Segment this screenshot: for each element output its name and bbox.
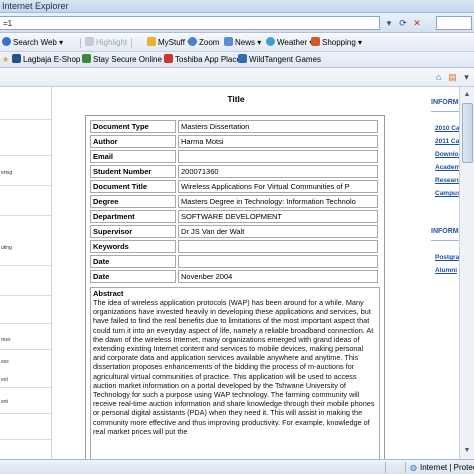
home-icon[interactable]: ⌂ (432, 71, 445, 84)
metadata-row: Date (90, 255, 378, 268)
search-box[interactable] (436, 16, 472, 30)
scroll-down-arrow-icon[interactable]: ▼ (460, 444, 474, 457)
field-value: Dr JS Van der Walt (178, 225, 378, 238)
fav-lagbaja-eshop[interactable]: Lagbaja E-Shop (12, 54, 80, 66)
metadata-row: Degree Masters Degree in Technology: Info… (90, 195, 378, 208)
window-title: Internet Explorer (2, 1, 69, 11)
fav-stay-secure-online[interactable]: Stay Secure Online ▾ (82, 54, 168, 66)
field-key: Document Title (90, 180, 176, 193)
nav-item-ent-1[interactable]: ent (1, 377, 8, 383)
highlight-icon (85, 37, 94, 46)
games-icon (238, 54, 247, 63)
metadata-row: Document Title Wireless Applications For … (90, 180, 378, 193)
favorites-star-icon[interactable]: ★ (2, 54, 9, 66)
fav-toshiba-app-place[interactable]: Toshiba App Place ▾ (164, 54, 247, 66)
metadata-row: Department SOFTWARE DEVELOPMENT (90, 210, 378, 223)
shop-icon (12, 54, 21, 63)
address-input[interactable] (0, 16, 380, 30)
scroll-up-arrow-icon[interactable]: ▲ (460, 88, 474, 101)
command-bar: ⌂ ▤ ▾ (0, 68, 474, 87)
toolbar-zoom[interactable]: Zoom (188, 37, 219, 49)
refresh-icon[interactable]: ⟳ (396, 16, 410, 30)
abstract-heading: Abstract (93, 289, 124, 298)
shield-icon (82, 54, 91, 63)
field-key: Date (90, 270, 176, 283)
document-record: Document Type Masters Dissertation Author H… (85, 115, 385, 474)
metadata-row: Student Number 200071360 (90, 165, 378, 178)
metadata-row: Email (90, 150, 378, 163)
field-value (178, 150, 378, 163)
field-value: Wireless Applications For Virtual Commun… (178, 180, 378, 193)
news-icon (224, 37, 233, 46)
toolbar-shopping[interactable]: Shopping ▾ (311, 37, 362, 49)
toolbar-search-web[interactable]: Search Web ▾ (2, 37, 63, 49)
toolbar-news[interactable]: News ▾ (224, 37, 261, 49)
main-content: Title Document Type Masters Dissertation A… (62, 87, 410, 474)
field-key: Author (90, 135, 176, 148)
page-title: Title (227, 94, 245, 104)
toolbar-mystuff[interactable]: MyStuff ▾ (147, 37, 191, 49)
field-value: Novenber 2004 (178, 270, 378, 283)
field-value: Masters Degree in Technology: Informatio… (178, 195, 378, 208)
field-key: Document Type (90, 120, 176, 133)
link-alumni[interactable]: Alumni (435, 267, 457, 274)
zone-status: Internet | Protecte (420, 463, 474, 472)
mystuff-icon (147, 37, 156, 46)
abstract-text: The idea of wireless application protoco… (93, 298, 375, 436)
field-key: Email (90, 150, 176, 163)
field-value: Harma Motsi (178, 135, 378, 148)
left-navigation: ering uting ress ess ent ent (0, 87, 52, 459)
favorites-bar: ★ Lagbaja E-Shop Stay Secure Online ▾ To… (0, 52, 474, 68)
fav-wildtangent-games[interactable]: WildTangent Games (238, 54, 321, 66)
field-value: SOFTWARE DEVELOPMENT (178, 210, 378, 223)
field-value (178, 240, 378, 253)
nav-item-engineering[interactable]: ering (1, 170, 12, 176)
metadata-row: Author Harma Motsi (90, 135, 378, 148)
window-titlebar: Internet Explorer (0, 0, 474, 13)
toolbar-highlight[interactable]: Highlight (85, 37, 127, 49)
scrollbar-thumb[interactable] (462, 103, 473, 163)
search-icon (2, 37, 11, 46)
print-icon[interactable]: ▾ (460, 71, 473, 84)
metadata-row: Keywords (90, 240, 378, 253)
metadata-row: Date Novenber 2004 (90, 270, 378, 283)
search-toolbar: Search Web ▾ Highlight MyStuff ▾ Zoom Ne… (0, 34, 474, 52)
toolbar-weather[interactable]: Weather ▾ (266, 37, 313, 49)
status-bar: ◍ Internet | Protecte (0, 459, 474, 474)
field-value: Masters Dissertation (178, 120, 378, 133)
metadata-row: Supervisor Dr JS Van der Walt (90, 225, 378, 238)
vertical-scrollbar[interactable]: ▲ ▼ (459, 87, 474, 459)
field-key: Date (90, 255, 176, 268)
nav-item-ess[interactable]: ess (1, 359, 9, 365)
metadata-table: Document Type Masters Dissertation Author H… (88, 118, 380, 285)
field-key: Department (90, 210, 176, 223)
zoom-icon (188, 37, 197, 46)
nav-item-computing[interactable]: uting (1, 245, 12, 251)
address-bar: ▾ ⟳ ✕ (0, 13, 474, 33)
field-key: Keywords (90, 240, 176, 253)
stop-icon[interactable]: ✕ (410, 16, 424, 30)
globe-icon: ◍ (410, 463, 417, 472)
field-key: Degree (90, 195, 176, 208)
weather-icon (266, 37, 275, 46)
dropdown-arrow-icon[interactable]: ▾ (382, 16, 396, 30)
shopping-icon (311, 37, 320, 46)
feeds-icon[interactable]: ▤ (446, 71, 459, 84)
nav-item-ent-2[interactable]: ent (1, 399, 8, 405)
abstract-section: Abstract The idea of wireless applicatio… (90, 287, 380, 467)
field-value: 200071360 (178, 165, 378, 178)
field-value (178, 255, 378, 268)
nav-item-ress[interactable]: ress (1, 337, 10, 343)
field-key: Supervisor (90, 225, 176, 238)
metadata-row: Document Type Masters Dissertation (90, 120, 378, 133)
app-place-icon (164, 54, 173, 63)
field-key: Student Number (90, 165, 176, 178)
